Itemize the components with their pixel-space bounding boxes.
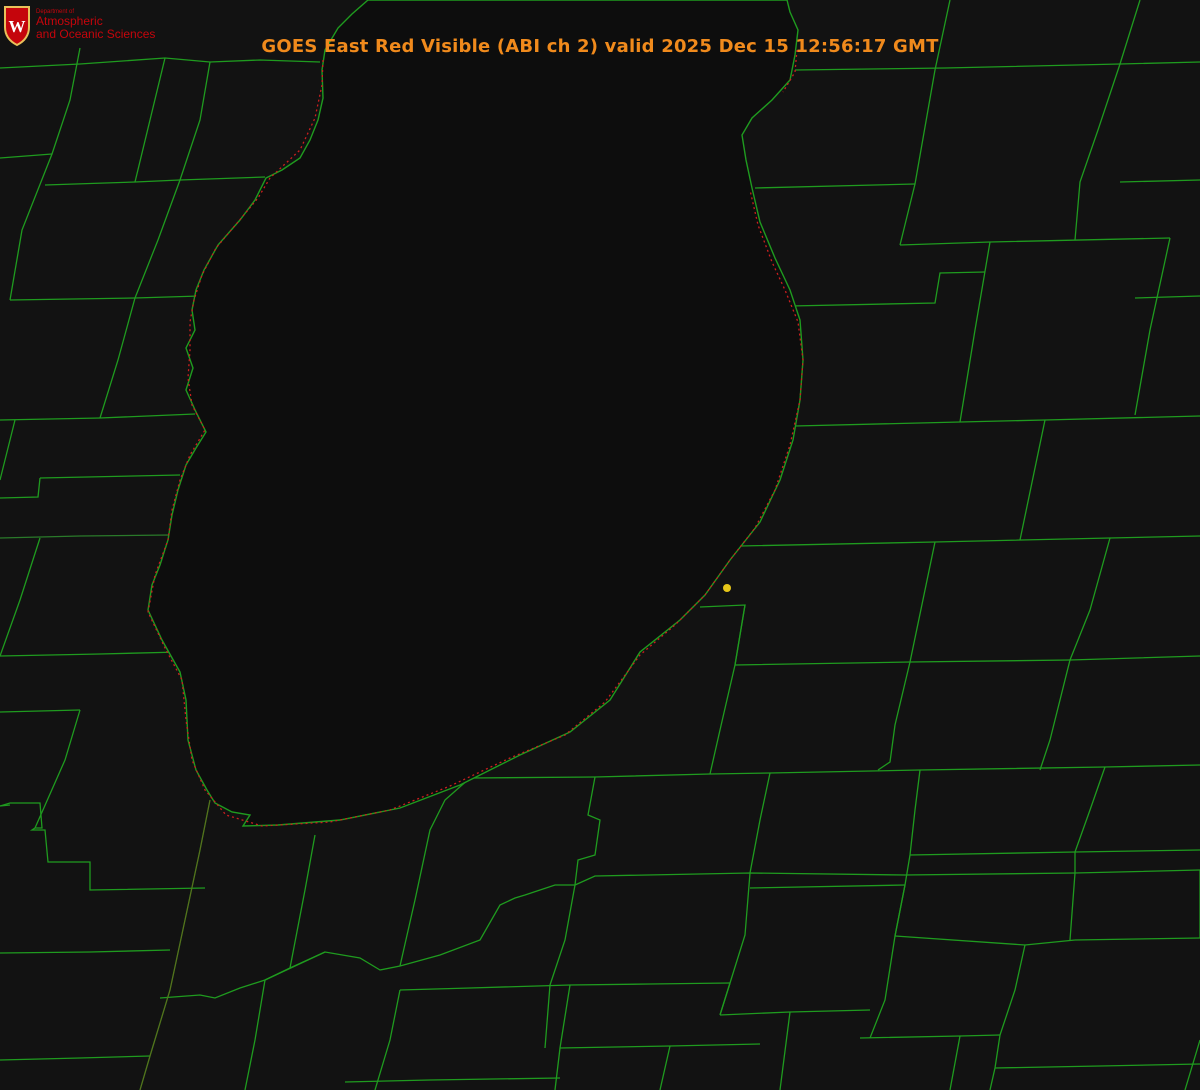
location-dot-icon [723,584,731,592]
state-line-west [139,799,211,1090]
lake-shoreline [147,0,804,827]
satellite-image: W Department of Atmospheric and Oceanic … [0,0,1200,1090]
svg-text:W: W [9,17,26,36]
logo-line1: Atmospheric [36,14,103,29]
map-layer [0,0,1200,1090]
image-title: GOES East Red Visible (ABI ch 2) valid 2… [261,36,939,57]
